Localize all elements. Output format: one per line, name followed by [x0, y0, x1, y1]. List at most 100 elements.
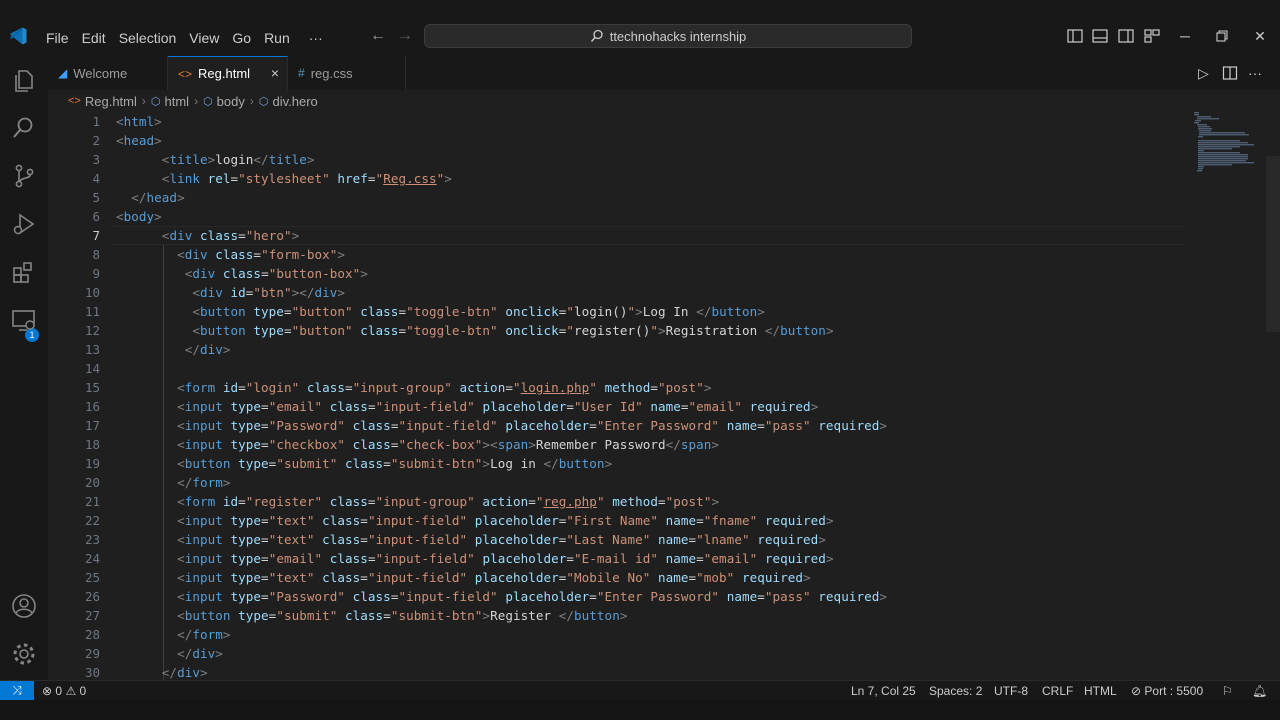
chevron-right-icon: › — [141, 94, 146, 108]
code-line-20: </form> — [177, 475, 231, 490]
breadcrumb-item[interactable]: html — [165, 94, 190, 109]
encoding-status[interactable]: UTF-8 — [994, 683, 1028, 699]
live-server-port[interactable]: ⊘ Port : 5500 — [1131, 683, 1203, 699]
bottom-edge — [0, 700, 1280, 720]
menu-view[interactable]: View — [183, 28, 225, 48]
tab-reg-css[interactable]: # reg.css — [288, 56, 406, 90]
line-number: 26 — [84, 589, 100, 604]
line-number: 8 — [92, 247, 100, 262]
run-debug-icon[interactable] — [10, 210, 38, 238]
code-line-7: <div class="hero"> — [161, 228, 300, 243]
source-control-icon[interactable] — [10, 162, 38, 190]
menu-edit[interactable]: Edit — [76, 28, 112, 48]
line-number: 5 — [92, 190, 100, 205]
close-window-icon[interactable]: ✕ — [1251, 27, 1269, 45]
code-line-16: <input type="email" class="input-field" … — [177, 399, 819, 414]
menu-selection[interactable]: Selection — [113, 28, 183, 48]
vscode-icon: ◢ — [58, 66, 68, 80]
command-center-search[interactable]: ttechnohacks internship — [424, 24, 912, 48]
minimap[interactable] — [1194, 112, 1274, 192]
menu-file[interactable]: File — [40, 28, 75, 48]
feedback-icon[interactable]: ⚐ — [1222, 683, 1233, 699]
error-count: 0 — [55, 684, 63, 698]
line-number: 22 — [84, 513, 100, 528]
split-editor-icon[interactable] — [1222, 65, 1238, 81]
breadcrumb-item[interactable]: Reg.html — [85, 94, 137, 109]
code-line-3: <title>login</title> — [161, 152, 315, 167]
port-label: Port : 5500 — [1144, 684, 1204, 698]
code-line-11: <button type="button" class="toggle-btn"… — [192, 304, 765, 319]
element-icon: ⬡ — [150, 95, 161, 108]
chevron-right-icon: › — [249, 94, 254, 108]
accounts-icon[interactable] — [10, 592, 38, 620]
css-file-icon: # — [298, 66, 305, 80]
line-number: 13 — [84, 342, 100, 357]
back-arrow-icon[interactable]: ← — [370, 27, 386, 45]
warning-count: 0 — [79, 684, 87, 698]
cursor-position[interactable]: Ln 7, Col 25 — [851, 683, 916, 699]
line-number: 9 — [92, 266, 100, 281]
line-number: 27 — [84, 608, 100, 623]
search-icon[interactable] — [10, 114, 38, 142]
search-icon — [590, 29, 603, 42]
restore-icon[interactable] — [1213, 27, 1231, 45]
menu-run[interactable]: Run — [258, 28, 296, 48]
warning-icon: ⚠ — [65, 684, 77, 698]
code-line-19: <button type="submit" class="submit-btn"… — [177, 456, 613, 471]
breadcrumb-item[interactable]: div.hero — [272, 94, 317, 109]
code-line-10: <div id="btn"></div> — [192, 285, 346, 300]
language-mode[interactable]: HTML — [1084, 683, 1117, 699]
menu-bar: File Edit Selection View Go Run ··· — [40, 28, 330, 48]
tab-label: Reg.html — [198, 66, 251, 81]
toggle-primary-sidebar-icon[interactable] — [1066, 27, 1084, 45]
remote-explorer-icon[interactable] — [10, 306, 38, 334]
vertical-scrollbar[interactable] — [1266, 156, 1280, 332]
code-line-5: </head> — [131, 190, 185, 205]
remote-indicator-icon[interactable]: ⤨ — [0, 681, 34, 701]
tab-reg-html[interactable]: <> Reg.html × — [168, 56, 288, 90]
problems-status[interactable]: ⊗ 0 ⚠ 0 — [42, 683, 86, 699]
code-line-13: </div> — [184, 342, 231, 357]
line-number: 19 — [84, 456, 100, 471]
code-editor[interactable]: 1 2 3 4 5 6 7 8 9 10 11 12 13 14 15 16 1… — [48, 112, 1280, 680]
run-file-icon[interactable]: ▷ — [1198, 65, 1209, 82]
code-line-27: <button type="submit" class="submit-btn"… — [177, 608, 628, 623]
indentation-status[interactable]: Spaces: 2 — [929, 683, 982, 699]
minimize-icon[interactable]: ─ — [1176, 27, 1194, 45]
more-actions-icon[interactable]: ··· — [1248, 65, 1262, 81]
code-line-17: <input type="Password" class="input-fiel… — [177, 418, 887, 433]
line-number: 29 — [84, 646, 100, 661]
status-bar: ⤨ ⊗ 0 ⚠ 0 Ln 7, Col 25 Spaces: 2 UTF-8 C… — [0, 680, 1280, 701]
menu-go[interactable]: Go — [226, 28, 257, 48]
forward-arrow-icon[interactable]: → — [397, 27, 413, 45]
code-line-4: <link rel="stylesheet" href="Reg.css"> — [161, 171, 452, 186]
line-number: 10 — [84, 285, 100, 300]
tab-welcome[interactable]: ◢ Welcome — [48, 56, 168, 90]
code-line-24: <input type="email" class="input-field" … — [177, 551, 834, 566]
element-icon: ⬡ — [203, 95, 213, 108]
menu-more[interactable]: ··· — [303, 28, 329, 48]
notifications-bell-icon[interactable]: 🔔︎ — [1252, 683, 1267, 699]
line-number: 30 — [84, 665, 100, 680]
code-line-9: <div class="button-box"> — [184, 266, 368, 281]
extensions-icon[interactable] — [10, 258, 38, 286]
html-file-icon: <> — [68, 95, 81, 107]
command-center-label: ttechnohacks internship — [609, 28, 747, 44]
line-number: 6 — [92, 209, 100, 224]
line-number-current: 7 — [92, 228, 100, 243]
line-number: 16 — [84, 399, 100, 414]
breadcrumb-item[interactable]: body — [217, 94, 245, 109]
code-line-15: <form id="login" class="input-group" act… — [177, 380, 712, 395]
no-sign-icon: ⊘ — [1131, 684, 1142, 698]
line-number: 2 — [92, 133, 100, 148]
toggle-panel-icon[interactable] — [1091, 27, 1109, 45]
explorer-icon[interactable] — [10, 66, 38, 94]
customize-layout-icon[interactable] — [1143, 27, 1161, 45]
toggle-secondary-sidebar-icon[interactable] — [1117, 27, 1135, 45]
settings-gear-icon[interactable] — [10, 640, 38, 668]
eol-status[interactable]: CRLF — [1042, 683, 1073, 699]
close-icon[interactable]: × — [271, 65, 279, 81]
html-file-icon: <> — [178, 66, 193, 81]
line-number: 12 — [84, 323, 100, 338]
